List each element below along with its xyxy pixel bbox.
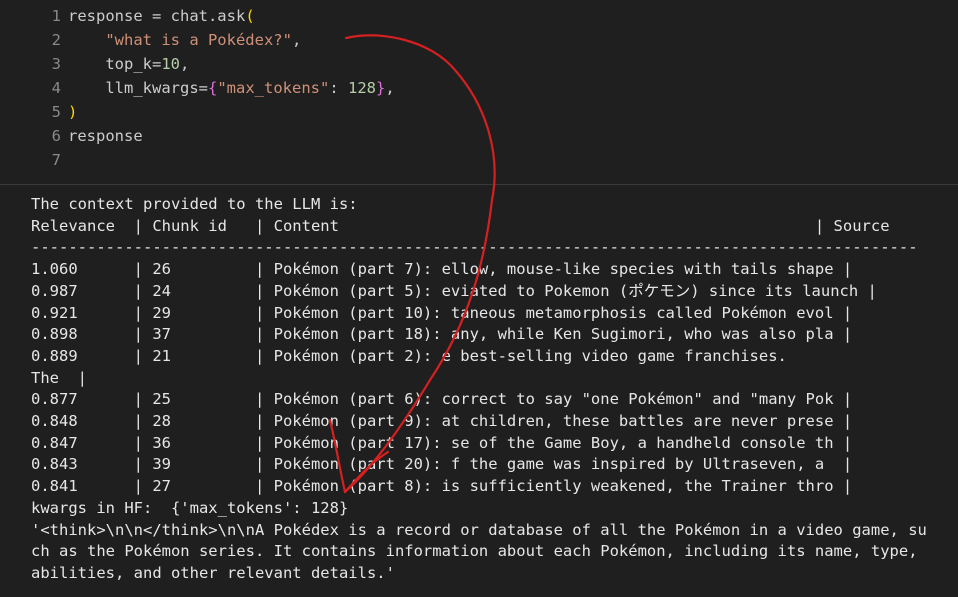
- code-line[interactable]: 1 response = chat.ask(: [0, 4, 255, 28]
- code-token: llm_kwargs=: [68, 79, 208, 97]
- code-token: }: [375, 79, 386, 97]
- code-token: 128: [347, 79, 376, 97]
- line-number: 7: [51, 151, 61, 169]
- output-line: 0.847 | 36 | Pokémon (part 17): se of th…: [31, 433, 853, 452]
- output-area: The context provided to the LLM is: Relev…: [0, 185, 958, 597]
- code-cell[interactable]: 1 response = chat.ask(2 "what is a Pokéde…: [0, 0, 958, 184]
- code-token: ): [68, 103, 78, 121]
- output-line: 0.889 | 21 | Pokémon (part 2): e best-se…: [31, 346, 787, 365]
- code-token: response: [68, 127, 143, 145]
- code-token: "max_tokens": [217, 79, 330, 97]
- output-line: abilities, and other relevant details.': [31, 563, 395, 582]
- code-token: ,: [291, 31, 302, 49]
- code-token: ,: [180, 55, 190, 73]
- output-line: ch as the Pokémon series. It contains in…: [31, 542, 918, 561]
- code-line[interactable]: 7: [0, 148, 68, 172]
- line-number: 6: [51, 127, 61, 145]
- line-number: 5: [51, 103, 61, 121]
- output-line: 0.898 | 37 | Pokémon (part 18): any, whi…: [31, 325, 853, 344]
- output-line: 0.848 | 28 | Pokémon (part 9): at childr…: [31, 412, 853, 430]
- output-line: 0.877 | 25 | Pokémon (part 6): correct t…: [31, 390, 853, 409]
- code-line[interactable]: 2 "what is a Pokédex?",: [0, 28, 302, 52]
- code-token: 10: [161, 55, 180, 73]
- line-number: 1: [51, 7, 61, 25]
- output-line: 0.843 | 39 | Pokémon (part 20): f the ga…: [31, 455, 853, 474]
- code-token: (: [245, 7, 255, 25]
- output-line: The |: [31, 368, 87, 387]
- code-line[interactable]: 3 top_k=10,: [0, 52, 190, 76]
- code-token: ,: [385, 79, 395, 97]
- code-line[interactable]: 5): [0, 100, 78, 124]
- output-line: 0.921 | 29 | Pokémon (part 10): taneous …: [31, 303, 853, 322]
- code-token: top_k=: [68, 55, 162, 73]
- output-line: The context provided to the LLM is:: [31, 195, 358, 213]
- output-line: 1.060 | 26 | Pokémon (part 7): ellow, mo…: [31, 260, 853, 279]
- output-line: Relevance | Chunk id | Content | Source: [31, 216, 890, 235]
- line-number: 2: [51, 31, 61, 49]
- code-token: {: [207, 79, 218, 97]
- line-number: 3: [51, 55, 61, 73]
- output-line: 0.987 | 24 | Pokémon (part 5): eviated t…: [31, 281, 877, 300]
- line-number: 4: [51, 79, 61, 97]
- output-line: 0.841 | 27 | Pokémon (part 8): is suffic…: [31, 477, 853, 496]
- output-line: '<think>\n\n</think>\n\nA Pokédex is a r…: [31, 520, 927, 539]
- code-line[interactable]: 4 llm_kwargs={"max_tokens": 128},: [0, 76, 395, 100]
- output-line: kwargs in HF: {'max_tokens': 128}: [31, 498, 349, 517]
- output-line: ----------------------------------------…: [31, 238, 918, 257]
- code-token: :: [329, 79, 348, 97]
- code-line[interactable]: 6 response: [0, 124, 143, 148]
- code-token: response = chat.ask: [68, 7, 246, 25]
- code-token: "what is a Pokédex?": [105, 31, 292, 49]
